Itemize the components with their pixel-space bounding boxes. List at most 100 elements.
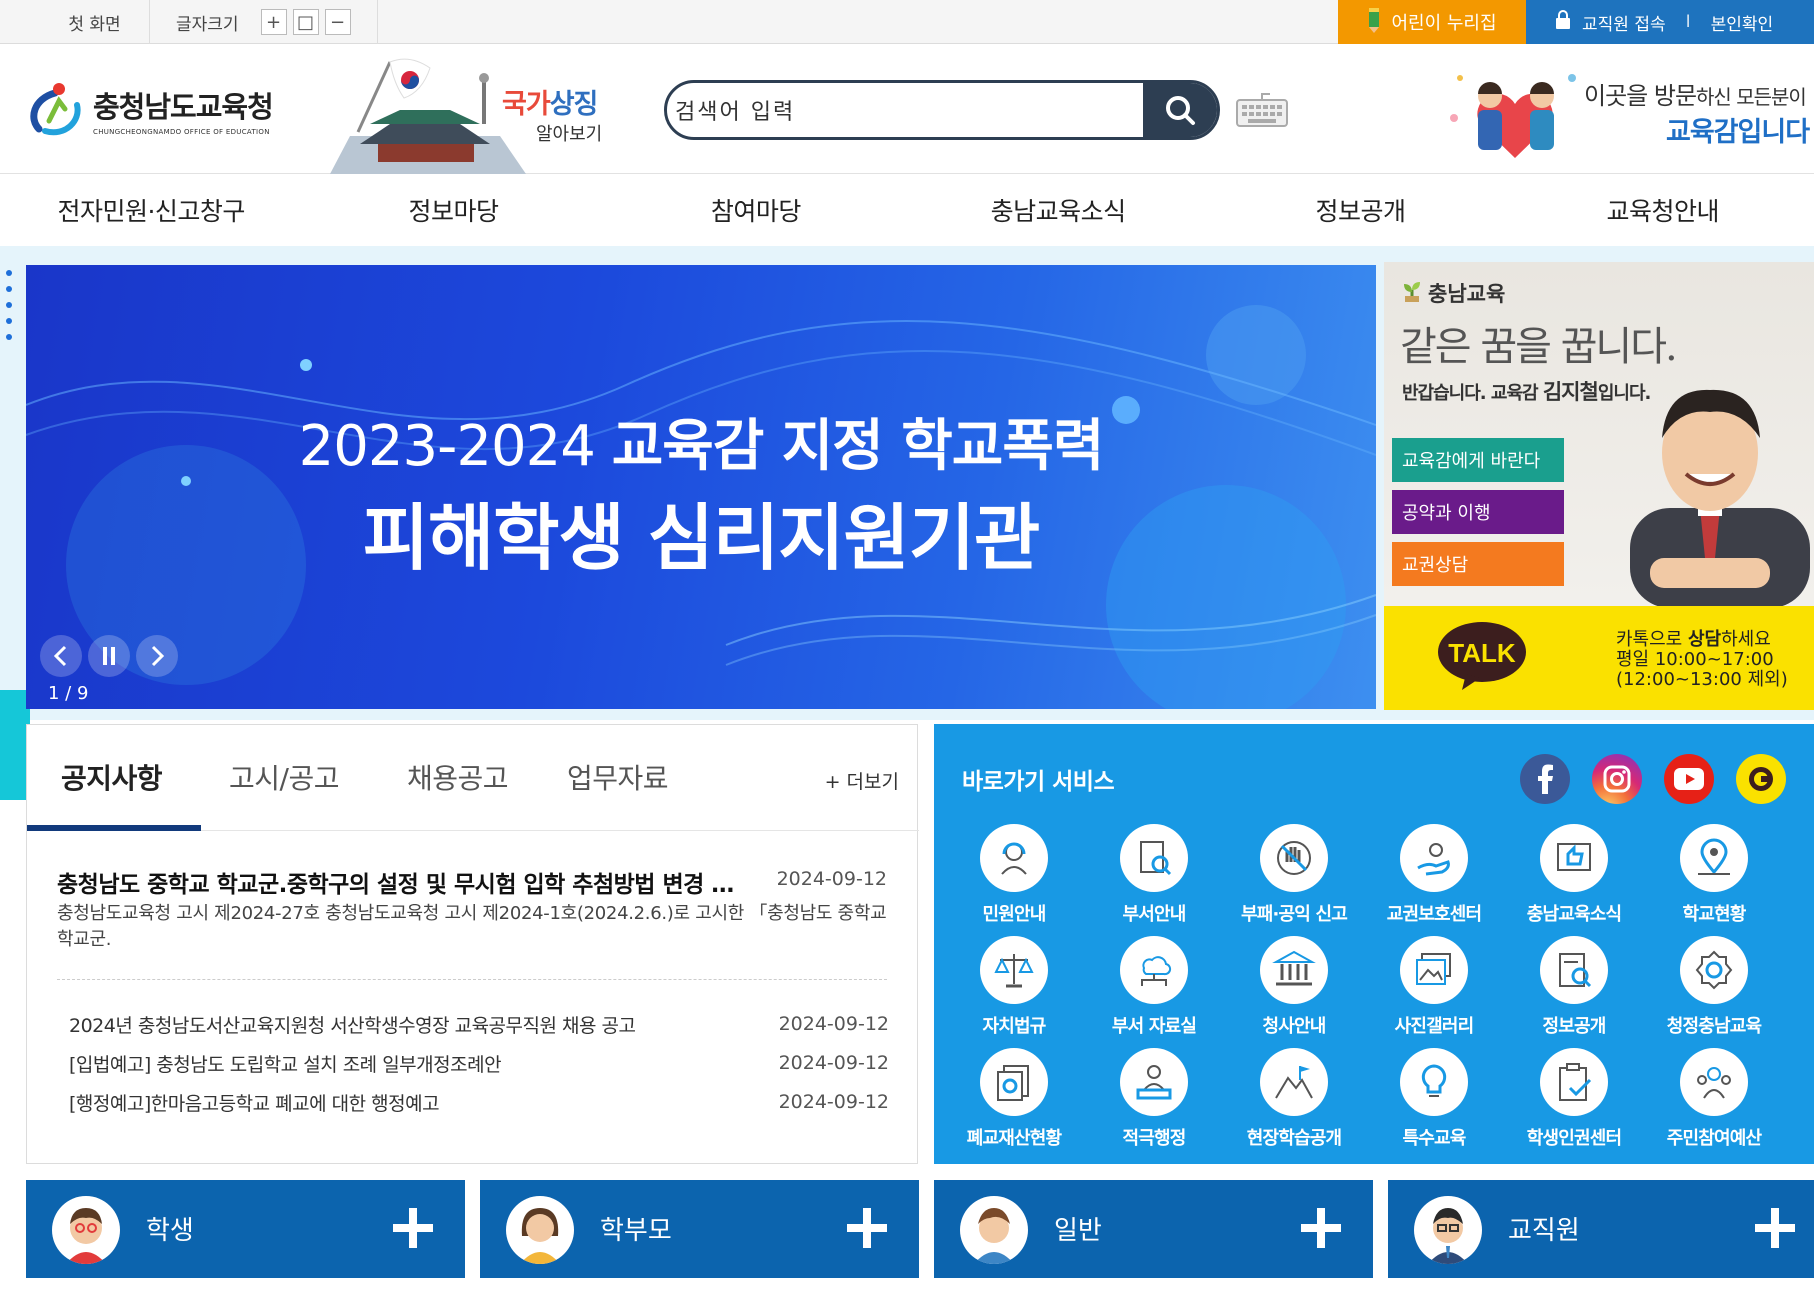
hand-protect-icon [1400, 824, 1468, 892]
document-magnifier-icon [1540, 936, 1608, 1004]
tab-notices[interactable]: 공지사항 [61, 757, 163, 797]
font-size-label: 글자크기 [176, 14, 239, 35]
plus-icon [393, 1208, 433, 1248]
identity-verify-link[interactable]: 본인확인 [1711, 10, 1774, 35]
gnb-item-participation[interactable]: 참여마당 [605, 174, 907, 246]
slider-pause-button[interactable] [88, 635, 130, 677]
tab-work-materials[interactable]: 업무자료 [567, 757, 669, 797]
quick-school-status[interactable]: 학교현황 [1644, 824, 1784, 936]
notice-list-item[interactable]: 2024년 충청남도서산교육지원청 서산학생수영장 교육공무직원 채용 공고 20… [69, 1009, 889, 1039]
symbol-title-a: 국가 [502, 89, 551, 120]
kakao-counsel-hours: 평일 10:00~17:00 [1616, 649, 1774, 670]
lightbulb-icon [1400, 1048, 1468, 1116]
symbol-title: 국가상징 [502, 82, 599, 121]
greeting-suffix: 입니다. [1597, 383, 1652, 404]
kakao-talk-counsel-banner[interactable]: TALK 카톡으로 상담하세요 평일 10:00~17:00 (12:00~13… [1384, 606, 1814, 710]
parent-avatar-icon [506, 1196, 574, 1264]
quick-chungnam-news[interactable]: 충남교육소식 [1504, 824, 1644, 936]
hero-slider[interactable]: 2023-2024 교육감 지정 학교폭력 피해학생 심리지원기관 1 / 9 [26, 265, 1376, 709]
quick-participatory-budget[interactable]: 주민참여예산 [1644, 1048, 1784, 1160]
gnb-item-civil-service[interactable]: 전자민원·신고창구 [0, 174, 302, 246]
gnb-item-disclosure[interactable]: 정보공개 [1209, 174, 1511, 246]
user-type-general-button[interactable]: 일반 [934, 1180, 1373, 1278]
instagram-icon[interactable] [1592, 754, 1642, 804]
kakao-counsel-text: 카톡으로 상담하세요 평일 10:00~17:00 (12:00~13:00 제… [1616, 630, 1788, 690]
quick-student-rights-center[interactable]: 학생인권센터 [1504, 1048, 1644, 1160]
chevron-right-icon [151, 645, 165, 667]
quick-info-disclosure[interactable]: 정보공개 [1504, 936, 1644, 1048]
youtube-icon[interactable] [1664, 754, 1714, 804]
slider-prev-button[interactable] [40, 635, 82, 677]
site-logo[interactable]: 충청남도교육청 CHUNGCHEONGNAMDO OFFICE OF EDUCA… [25, 74, 295, 146]
search-button[interactable] [1143, 83, 1217, 137]
stop-hand-icon [1260, 824, 1328, 892]
quick-civil-guide[interactable]: 민원안내 [944, 824, 1084, 936]
virtual-keyboard-icon[interactable] [1236, 90, 1288, 130]
featured-notice-summary[interactable]: 충청남도교육청 고시 제2024-27호 충청남도교육청 고시 제2024-1호… [57, 901, 887, 953]
greeting-line1-b: 하신 모든분이 [1696, 85, 1807, 109]
quick-photo-gallery[interactable]: 사진갤러리 [1364, 936, 1504, 1048]
font-increase-button[interactable]: + [260, 9, 287, 35]
quick-clean-education[interactable]: 청정충남교육 [1644, 936, 1784, 1048]
superintendent-slogan: 같은 꿈을 꿉니다. [1400, 324, 1678, 370]
document-stack-icon [980, 1048, 1048, 1116]
home-link[interactable]: 첫 화면 [40, 0, 150, 44]
user-type-staff-button[interactable]: 교직원 [1388, 1180, 1814, 1278]
kids-site-link[interactable]: 어린이 누리집 [1338, 0, 1526, 44]
notice-divider [57, 979, 887, 980]
kakao-counsel-line1: 카톡으로 상담하세요 [1616, 630, 1788, 650]
featured-notice-title[interactable]: 충청남도 중학교 학교군.중학구의 설정 및 무시험 입학 추첨방법 변경 고시 [57, 865, 737, 899]
search-input[interactable] [675, 83, 1095, 137]
quick-teacher-rights-center[interactable]: 교권보호센터 [1364, 824, 1504, 936]
quick-field-trip[interactable]: 현장학습공개 [1224, 1048, 1364, 1160]
font-reset-button[interactable]: □ [292, 9, 319, 35]
quick-item-label: 민원안내 [982, 904, 1046, 925]
quick-department-guide[interactable]: 부서안내 [1084, 824, 1224, 936]
kakao-channel-icon[interactable] [1736, 754, 1786, 804]
more-button[interactable]: + 더보기 [825, 767, 899, 794]
pledges-button[interactable]: 공약과 이행 [1392, 490, 1564, 534]
kakao-line1-a: 카톡으로 [1616, 629, 1688, 650]
superintendent-panel: 충남교육 같은 꿈을 꿉니다. 반갑습니다. 교육감 김지철입니다. 교육감에게… [1384, 262, 1814, 608]
symbol-title-b: 상징 [549, 89, 599, 120]
user-type-parent-button[interactable]: 학부모 [480, 1180, 919, 1278]
notice-item-title: [입법예고] 충청남도 도립학교 설치 조례 일부개정조례안 [69, 1053, 502, 1076]
quick-corruption-report[interactable]: 부패·공익 신고 [1224, 824, 1364, 936]
request-superintendent-button[interactable]: 교육감에게 바란다 [1392, 438, 1564, 482]
plus-icon [1755, 1208, 1795, 1248]
national-symbol-banner[interactable]: 국가상징 알아보기 [330, 54, 610, 174]
slider-next-button[interactable] [136, 635, 178, 677]
facebook-icon[interactable] [1520, 754, 1570, 804]
quick-department-archive[interactable]: 부서 자료실 [1084, 936, 1224, 1048]
font-decrease-button[interactable]: − [324, 9, 351, 35]
quick-proactive-admin[interactable]: 적극행정 [1084, 1048, 1224, 1160]
notice-item-date: 2024-09-12 [778, 1052, 889, 1074]
gnb-item-about[interactable]: 교육청안내 [1512, 174, 1814, 246]
topbar-divider [377, 0, 378, 44]
pause-icon [103, 647, 115, 665]
user-type-student-button[interactable]: 학생 [26, 1180, 465, 1278]
quick-building-guide[interactable]: 청사안내 [1224, 936, 1364, 1048]
teacher-rights-counsel-button[interactable]: 교권상담 [1392, 542, 1564, 586]
greeting-prefix: 반갑습니다. 교육감 [1402, 383, 1543, 404]
quick-item-label: 정보공개 [1542, 1016, 1606, 1037]
staff-login-link[interactable]: 교직원 접속 [1582, 10, 1666, 35]
gnb-item-news[interactable]: 충남교육소식 [907, 174, 1209, 246]
community-icon [1680, 1048, 1748, 1116]
quick-service-panel: 바로가기 서비스 민원안내 부서안내 부패·공익 신고 교권보호센터 충남교육소… [934, 724, 1814, 1164]
tab-recruitment[interactable]: 채용공고 [407, 757, 509, 797]
notice-list-item[interactable]: [행정예고]한마음고등학교 폐교에 대한 행정예고 2024-09-12 [69, 1087, 889, 1117]
quick-local-regulations[interactable]: 자치법규 [944, 936, 1084, 1048]
quick-closed-school-assets[interactable]: 폐교재산현황 [944, 1048, 1084, 1160]
notice-tabs: 공지사항 고시/공고 채용공고 업무자료 + 더보기 [27, 725, 919, 831]
notice-list-item[interactable]: [입법예고] 충청남도 도립학교 설치 조례 일부개정조례안 2024-09-12 [69, 1048, 889, 1078]
gnb-item-info[interactable]: 정보마당 [302, 174, 604, 246]
superintendent-brand-label: 충남교육 [1428, 282, 1506, 306]
tab-announcements[interactable]: 고시/공고 [229, 757, 339, 797]
quick-special-education[interactable]: 특수교육 [1364, 1048, 1504, 1160]
kakao-talk-icon: TALK [1438, 622, 1526, 690]
greeting-line1: 이곳을 방문하신 모든분이 [1584, 76, 1807, 111]
home-link-label: 첫 화면 [68, 14, 121, 35]
quick-item-label: 부패·공익 신고 [1240, 904, 1348, 925]
staff-separator: I [1685, 12, 1691, 32]
